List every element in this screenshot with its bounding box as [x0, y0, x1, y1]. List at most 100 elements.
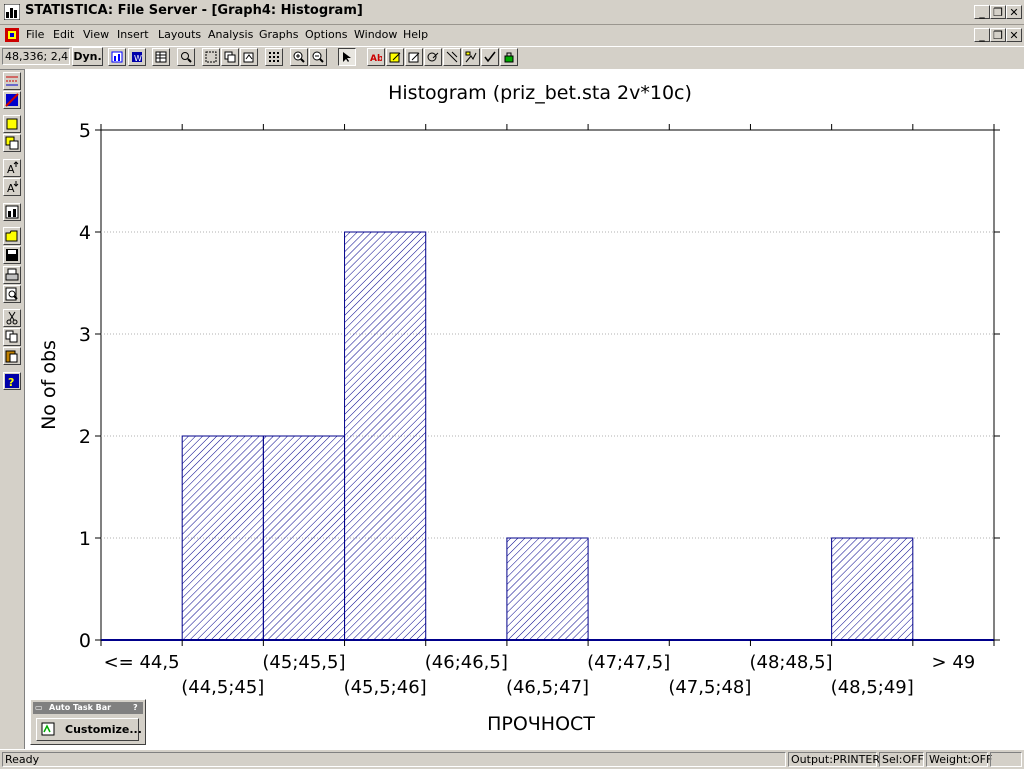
bar[interactable]: [506, 537, 589, 641]
copy-icon[interactable]: [3, 328, 21, 346]
y-tick-label: 0: [79, 630, 91, 652]
svg-text:A: A: [7, 182, 15, 194]
open-file-icon[interactable]: [3, 227, 21, 245]
menu-help[interactable]: Help: [403, 28, 428, 41]
status-extra: [990, 752, 1022, 767]
draw-arrow-icon[interactable]: [462, 48, 480, 66]
status-bar: Ready Output:PRINTER Sel:OFF Weight:OFF: [0, 749, 1024, 769]
coordinate-readout: 48,336; 2,4: [2, 48, 70, 65]
copy-region-icon[interactable]: [221, 48, 239, 66]
x-tick-label: (46,5;47]: [506, 677, 589, 698]
palette-close-icon[interactable]: ▭: [35, 702, 43, 714]
bar[interactable]: [181, 435, 264, 641]
menu-window[interactable]: Window: [354, 28, 397, 41]
restore-button[interactable]: ❐: [990, 5, 1006, 19]
customize-icon: [41, 722, 55, 736]
draw-ellipse-icon[interactable]: [424, 48, 442, 66]
bar[interactable]: [831, 537, 914, 641]
y-tick-label: 3: [79, 324, 91, 346]
bar[interactable]: [262, 435, 346, 641]
menu-insert[interactable]: Insert: [117, 28, 149, 41]
close-button[interactable]: ✕: [1006, 5, 1022, 19]
y-tick-label: 4: [79, 222, 91, 244]
font-smaller-icon[interactable]: A: [3, 178, 21, 196]
select-region-icon[interactable]: [202, 48, 220, 66]
graph-window-icon[interactable]: [108, 48, 126, 66]
x-tick-label: (47,5;48]: [668, 677, 751, 698]
text-style-icon[interactable]: Ab: [367, 48, 385, 66]
status-output[interactable]: Output:PRINTER: [788, 752, 880, 767]
bring-front-icon[interactable]: [3, 115, 21, 133]
lock-object-icon[interactable]: [500, 48, 518, 66]
customize-label: Customize...: [65, 723, 142, 736]
print-icon[interactable]: [3, 266, 21, 284]
patterns-palette-icon[interactable]: [3, 91, 21, 109]
zoom-graph-icon[interactable]: [177, 48, 195, 66]
status-sel[interactable]: Sel:OFF: [879, 752, 924, 767]
menu-analysis[interactable]: Analysis: [208, 28, 253, 41]
menu-options[interactable]: Options: [305, 28, 347, 41]
cut-icon[interactable]: [3, 309, 21, 327]
auto-task-bar-palette[interactable]: ▭ Auto Task Bar ? Customize...: [30, 699, 146, 745]
histogram-chart: Histogram (priz_bet.sta 2v*10c) 0 1 2 3 4 5 <…: [38, 82, 1000, 735]
save-file-icon[interactable]: [3, 246, 21, 264]
menu-graphs[interactable]: Graphs: [259, 28, 298, 41]
status-weight[interactable]: Weight:OFF: [926, 752, 992, 767]
zoom-in-icon[interactable]: [290, 48, 308, 66]
menu-file[interactable]: File: [26, 28, 44, 41]
x-tick-label: (46;46,5]: [425, 652, 508, 673]
graph-canvas[interactable]: Histogram (priz_bet.sta 2v*10c) 0 1 2 3 4 5 <…: [25, 69, 1024, 749]
word-icon[interactable]: W: [128, 48, 146, 66]
palette-help-icon[interactable]: ?: [133, 702, 138, 714]
print-preview-icon[interactable]: [3, 285, 21, 303]
font-larger-icon[interactable]: A: [3, 159, 21, 177]
svg-text:W: W: [134, 54, 142, 63]
x-tick-label: (44,5;45]: [181, 677, 264, 698]
help-icon[interactable]: ?: [3, 372, 21, 390]
bar[interactable]: [344, 231, 427, 641]
y-tick-label: 1: [79, 528, 91, 550]
palette-title[interactable]: ▭ Auto Task Bar ?: [33, 702, 143, 714]
check-mark-icon[interactable]: [481, 48, 499, 66]
graph-layout-icon[interactable]: [3, 203, 21, 221]
edit-shape-icon[interactable]: [405, 48, 423, 66]
edit-text-icon[interactable]: [386, 48, 404, 66]
send-back-icon[interactable]: [3, 134, 21, 152]
svg-text:A: A: [7, 163, 15, 175]
app-icon[interactable]: [3, 3, 21, 21]
paste-region-icon[interactable]: [240, 48, 258, 66]
menu-layouts[interactable]: Layouts: [158, 28, 201, 41]
menu-bar: File Edit View Insert Layouts Analysis G…: [0, 25, 1024, 45]
x-tick-label: (47;47,5]: [587, 652, 670, 673]
svg-text:?: ?: [8, 376, 14, 388]
x-tick-label: (48,5;49]: [831, 677, 914, 698]
palette-title-text: Auto Task Bar: [49, 703, 112, 712]
draw-line-icon[interactable]: [443, 48, 461, 66]
x-axis-label: ПРОЧНОСТ: [487, 713, 595, 735]
menu-view[interactable]: View: [83, 28, 109, 41]
document-icon[interactable]: [4, 27, 20, 43]
y-tick-label: 2: [79, 426, 91, 448]
title-bar: STATISTICA: File Server - [Graph4: Histo…: [0, 0, 1024, 25]
paste-icon[interactable]: [3, 347, 21, 365]
y-axis-label: No of obs: [38, 340, 60, 430]
spreadsheet-icon[interactable]: [152, 48, 170, 66]
svg-text:Ab: Ab: [370, 54, 382, 63]
chart-title: Histogram (priz_bet.sta 2v*10c): [388, 82, 692, 104]
pointer-icon[interactable]: [338, 48, 356, 66]
x-tick-label: (45;45,5]: [262, 652, 345, 673]
minimize-button[interactable]: _: [974, 5, 990, 19]
menu-edit[interactable]: Edit: [53, 28, 74, 41]
dyn-button[interactable]: Dyn.: [72, 47, 103, 66]
doc-restore-button[interactable]: ❐: [990, 28, 1006, 42]
lines-palette-icon[interactable]: [3, 72, 21, 90]
zoom-out-icon[interactable]: [309, 48, 327, 66]
x-tick-label: (45,5;46]: [344, 677, 427, 698]
grid-icon[interactable]: [265, 48, 283, 66]
doc-minimize-button[interactable]: _: [974, 28, 990, 42]
x-tick-label: (48;48,5]: [749, 652, 832, 673]
doc-close-button[interactable]: ✕: [1006, 28, 1022, 42]
customize-button[interactable]: Customize...: [36, 718, 142, 741]
status-ready: Ready: [2, 752, 786, 767]
x-tick-label: > 49: [932, 652, 976, 673]
